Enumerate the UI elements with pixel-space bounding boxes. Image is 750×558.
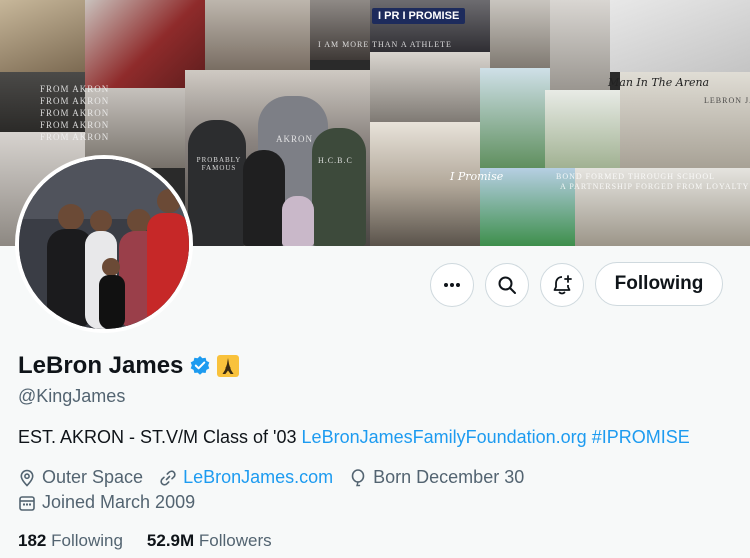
more-icon bbox=[444, 283, 460, 287]
banner-figure bbox=[188, 120, 246, 246]
banner-akron-text: FROM AKRON bbox=[40, 108, 110, 118]
banner-shirt-text: AKRON bbox=[276, 134, 314, 144]
website-link[interactable]: LeBronJames.com bbox=[183, 467, 333, 488]
joined-text: Joined March 2009 bbox=[42, 492, 196, 512]
website-item: LeBronJames.com bbox=[159, 467, 333, 488]
banner-promise-sign: I PR I PROMISE bbox=[372, 8, 466, 24]
banner-photo bbox=[370, 52, 490, 122]
banner-shirt-text: LEBRON JA bbox=[704, 96, 750, 105]
notifications-button[interactable] bbox=[540, 263, 584, 307]
verified-badge-icon[interactable] bbox=[189, 355, 211, 377]
banner-photo bbox=[480, 68, 550, 168]
banner-arena-text: Man In The Arena bbox=[608, 76, 710, 89]
followers-stat[interactable]: 52.9M Followers bbox=[147, 531, 272, 551]
following-stat[interactable]: 182 Following bbox=[18, 531, 123, 551]
eiffel-tower-icon bbox=[217, 355, 240, 377]
birthday-item: Born December 30 bbox=[349, 467, 524, 488]
profile-bio: EST. AKRON - ST.V/M Class of '03 LeBronJ… bbox=[18, 427, 690, 448]
location-pin-icon bbox=[20, 469, 34, 487]
profile-joined-row: Joined March 2009 bbox=[18, 492, 211, 513]
banner-figure bbox=[312, 128, 366, 246]
banner-akron-text: FROM AKRON bbox=[40, 132, 110, 142]
location-text: Outer Space bbox=[42, 467, 144, 487]
banner-school-text: A PARTNERSHIP FORGED FROM LOYALTY bbox=[560, 182, 750, 191]
banner-photo bbox=[310, 0, 370, 60]
banner-photo bbox=[205, 0, 310, 80]
search-button[interactable] bbox=[485, 263, 529, 307]
search-icon bbox=[498, 276, 516, 294]
banner-photo bbox=[370, 122, 480, 246]
followers-count: 52.9M bbox=[146, 531, 195, 550]
banner-more-than-text: I AM MORE THAN A ATHLETE bbox=[318, 40, 452, 49]
bio-link-foundation[interactable]: LeBronJamesFamilyFoundation.org bbox=[302, 427, 587, 447]
bell-plus-icon bbox=[553, 275, 572, 295]
following-count: 182 bbox=[18, 531, 47, 550]
banner-akron-text: FROM AKRON bbox=[40, 120, 110, 130]
link-icon bbox=[160, 469, 176, 486]
banner-figure bbox=[243, 150, 285, 246]
avatar[interactable] bbox=[19, 159, 189, 329]
location-item: Outer Space bbox=[18, 467, 143, 488]
profile-handle: @KingJames bbox=[18, 386, 126, 406]
banner-shirt-text: PROBABLY FAMOUS bbox=[196, 156, 242, 172]
avatar-photo bbox=[19, 159, 189, 329]
banner-akron-text: FROM AKRON bbox=[40, 84, 110, 94]
banner-photo bbox=[550, 0, 610, 90]
following-button[interactable]: Following bbox=[595, 262, 723, 306]
birthday-text: Born December 30 bbox=[373, 467, 525, 487]
banner-shirt-text: H.C.B.C bbox=[318, 156, 353, 165]
profile-name-row: LeBron James bbox=[18, 352, 240, 380]
calendar-icon bbox=[19, 495, 35, 511]
banner-school-text: BOND FORMED THROUGH SCHOOL bbox=[556, 172, 715, 181]
more-button[interactable] bbox=[430, 263, 474, 307]
follow-stats: 182 Following 52.9M Followers bbox=[18, 531, 272, 551]
banner-photo bbox=[545, 90, 620, 170]
banner-figure bbox=[282, 196, 314, 246]
profile-meta-row: Outer Space LeBronJames.com Born Decembe… bbox=[18, 467, 540, 488]
display-name: LeBron James bbox=[18, 352, 184, 379]
banner-promise-script: I Promise bbox=[450, 170, 504, 183]
balloon-icon bbox=[351, 468, 365, 486]
joined-item: Joined March 2009 bbox=[18, 492, 195, 513]
banner-photo bbox=[490, 0, 550, 68]
banner-photo bbox=[0, 0, 85, 72]
following-label: Following bbox=[51, 531, 123, 550]
followers-label: Followers bbox=[198, 531, 272, 550]
banner-akron-text: FROM AKRON bbox=[40, 96, 110, 106]
banner-photo bbox=[610, 0, 750, 72]
bio-text: EST. AKRON - ST.V/M Class of '03 bbox=[18, 427, 297, 447]
bio-hashtag-ipromise[interactable]: #IPROMISE bbox=[592, 427, 690, 447]
